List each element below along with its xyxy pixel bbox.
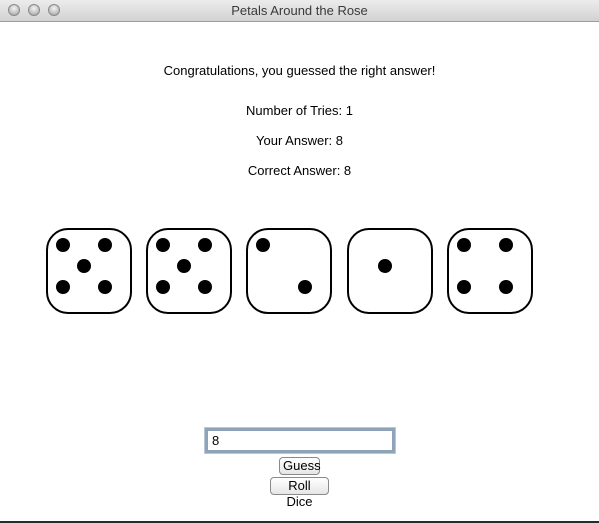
your-answer: Your Answer: 8 xyxy=(256,133,343,148)
die-pip xyxy=(198,238,212,252)
guess-button[interactable]: Guess xyxy=(279,457,321,475)
die-pip xyxy=(56,280,70,294)
die-pip xyxy=(198,280,212,294)
die-pip xyxy=(156,280,170,294)
die-pip xyxy=(457,238,471,252)
die-pip xyxy=(177,259,191,273)
die-pip xyxy=(156,238,170,252)
die-pip xyxy=(378,259,392,273)
die-pip xyxy=(56,238,70,252)
window-title: Petals Around the Rose xyxy=(231,3,368,18)
die-pip xyxy=(77,259,91,273)
die-pip xyxy=(98,280,112,294)
die-1 xyxy=(46,228,132,314)
die-pip xyxy=(499,280,513,294)
tries-count: Number of Tries: 1 xyxy=(246,103,353,118)
die-4 xyxy=(347,228,433,314)
die-pip xyxy=(298,280,312,294)
guess-input[interactable] xyxy=(204,427,396,454)
correct-answer: Correct Answer: 8 xyxy=(247,163,352,178)
die-2 xyxy=(146,228,232,314)
die-5 xyxy=(447,228,533,314)
die-pip xyxy=(457,280,471,294)
die-3 xyxy=(246,228,332,314)
roll-dice-button[interactable]: Roll Dice xyxy=(270,477,329,509)
result-message: Congratulations, you guessed the right a… xyxy=(163,63,436,78)
die-pip xyxy=(256,238,270,252)
app-window: Petals Around the Rose Congratulations, … xyxy=(0,0,599,523)
title-bar: Petals Around the Rose xyxy=(0,0,599,22)
die-pip xyxy=(499,238,513,252)
die-pip xyxy=(98,238,112,252)
